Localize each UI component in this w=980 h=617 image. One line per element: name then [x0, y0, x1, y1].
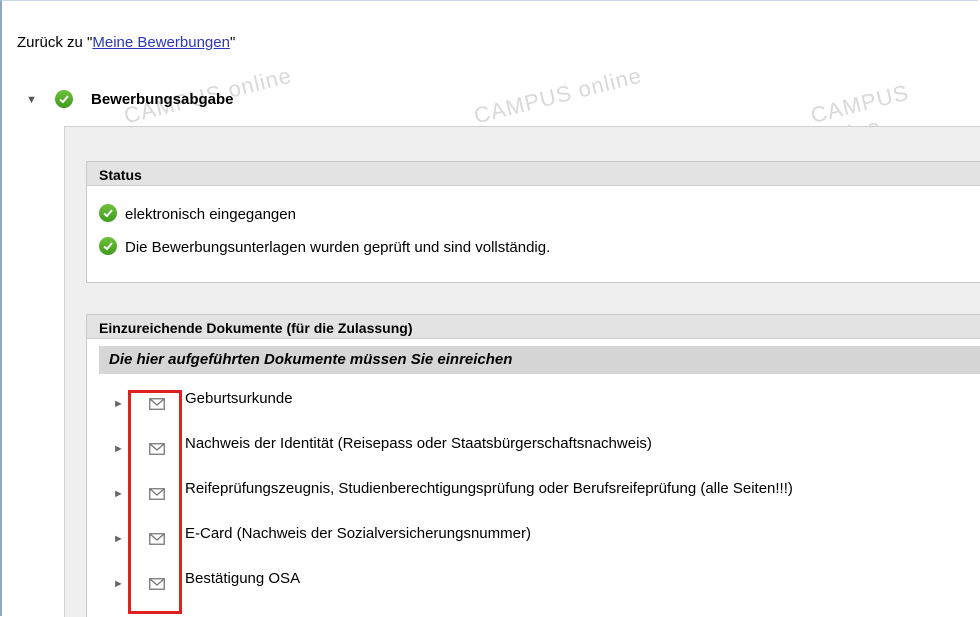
document-row[interactable]: ► E-Card (Nachweis der Sozialversicherun… [87, 523, 980, 568]
document-label: Geburtsurkunde [185, 390, 293, 407]
document-row[interactable]: ► Geburtsurkunde [87, 388, 980, 433]
check-circle-icon [55, 90, 73, 108]
back-suffix: " [229, 34, 236, 51]
document-row[interactable]: ► Bestätigung OSA [87, 568, 980, 613]
status-item-text: Die Bewerbungsunterlagen wurden geprüft … [125, 239, 551, 256]
document-label: E-Card (Nachweis der Sozialversicherungs… [185, 525, 531, 542]
document-label: Nachweis der Identität (Reisepass oder S… [185, 435, 652, 452]
document-label: Bestätigung OSA [185, 570, 301, 587]
section-title: Bewerbungsabgabe [91, 91, 234, 108]
document-label: Reifeprüfungszeugnis, Studienberechtigun… [185, 480, 793, 497]
documents-subheading: Die hier aufgeführten Dokumente müssen S… [99, 346, 980, 374]
document-row[interactable]: ► Reifeprüfungszeugnis, Studienberechtig… [87, 478, 980, 523]
window-frame: Zurück zu "Meine Bewerbungen" CAMPUS onl… [0, 0, 980, 617]
expand-triangle-icon[interactable]: ► [113, 443, 124, 455]
check-circle-icon [99, 204, 117, 222]
highlight-rectangle [128, 390, 182, 614]
status-box: Status elektronisch eingegangen Die Bewe… [86, 161, 980, 283]
expand-triangle-icon[interactable]: ► [113, 578, 124, 590]
expand-triangle-icon[interactable]: ► [113, 488, 124, 500]
back-prefix: Zurück zu " [17, 34, 93, 51]
section-header-bewerbungsabgabe[interactable]: ▼ Bewerbungsabgabe [17, 89, 980, 121]
expand-triangle-icon[interactable]: ► [113, 533, 124, 545]
documents-heading: Einzureichende Dokumente (für die Zulass… [87, 315, 980, 339]
status-item-text: elektronisch eingegangen [125, 206, 296, 223]
document-row[interactable]: ► Nachweis der Identität (Reisepass oder… [87, 433, 980, 478]
back-navigation: Zurück zu "Meine Bewerbungen" [17, 34, 235, 51]
status-item: Die Bewerbungsunterlagen wurden geprüft … [99, 237, 550, 256]
documents-box: Einzureichende Dokumente (für die Zulass… [86, 314, 980, 617]
expand-triangle-icon[interactable]: ► [113, 398, 124, 410]
content-panel: Status elektronisch eingegangen Die Bewe… [64, 127, 980, 617]
back-link-my-applications[interactable]: Meine Bewerbungen [92, 34, 230, 51]
status-heading: Status [87, 162, 980, 186]
check-circle-icon [99, 237, 117, 255]
collapse-triangle-icon[interactable]: ▼ [26, 94, 37, 106]
status-item: elektronisch eingegangen [99, 204, 296, 223]
